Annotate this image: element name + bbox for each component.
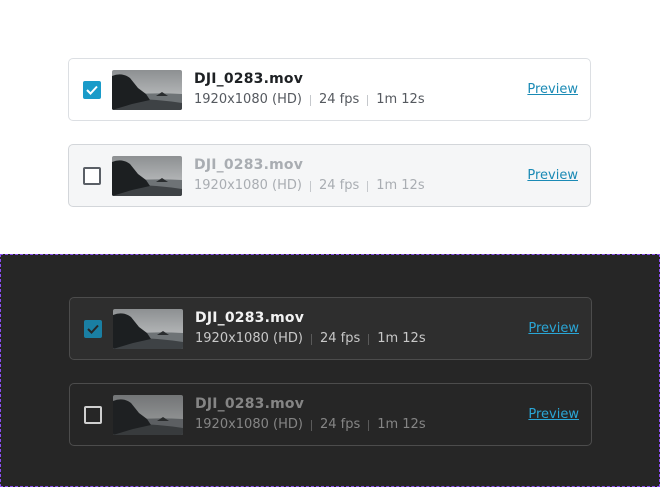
fps-label: 24 fps bbox=[318, 92, 360, 107]
video-thumbnail bbox=[112, 156, 182, 196]
duration-label: 1m 12s bbox=[376, 178, 425, 193]
video-file-card-selected[interactable]: DJI_0283.mov 1920x1080 (HD) 24 fps 1m 12… bbox=[68, 58, 591, 121]
meta-divider bbox=[367, 94, 369, 106]
video-thumbnail bbox=[112, 70, 182, 110]
meta-divider bbox=[310, 333, 312, 345]
file-name: DJI_0283.mov bbox=[194, 71, 304, 87]
file-select-checkbox[interactable] bbox=[84, 320, 102, 338]
checkmark-icon bbox=[86, 85, 98, 95]
video-thumbnail bbox=[113, 395, 183, 435]
light-theme-panel: DJI_0283.mov 1920x1080 (HD) 24 fps 1m 12… bbox=[0, 0, 660, 254]
video-thumbnail bbox=[113, 309, 183, 349]
preview-link[interactable]: Preview bbox=[528, 405, 579, 425]
meta-divider bbox=[368, 419, 370, 431]
file-select-checkbox[interactable] bbox=[83, 81, 101, 99]
file-name: DJI_0283.mov bbox=[195, 396, 305, 412]
fps-label: 24 fps bbox=[319, 331, 361, 346]
meta-divider bbox=[367, 180, 369, 192]
duration-label: 1m 12s bbox=[376, 92, 425, 107]
video-file-card-selected[interactable]: DJI_0283.mov 1920x1080 (HD) 24 fps 1m 12… bbox=[69, 297, 592, 360]
duration-label: 1m 12s bbox=[377, 417, 426, 432]
file-select-checkbox[interactable] bbox=[83, 167, 101, 185]
meta-divider bbox=[309, 94, 311, 106]
resolution-label: 1920x1080 (HD) bbox=[195, 331, 303, 346]
preview-link[interactable]: Preview bbox=[527, 80, 578, 100]
preview-link[interactable]: Preview bbox=[527, 166, 578, 186]
dark-theme-panel: DJI_0283.mov 1920x1080 (HD) 24 fps 1m 12… bbox=[0, 254, 660, 487]
resolution-label: 1920x1080 (HD) bbox=[195, 417, 303, 432]
file-name: DJI_0283.mov bbox=[195, 310, 305, 326]
resolution-label: 1920x1080 (HD) bbox=[194, 178, 302, 193]
checkmark-icon bbox=[87, 324, 99, 334]
fps-label: 24 fps bbox=[318, 178, 360, 193]
duration-label: 1m 12s bbox=[377, 331, 426, 346]
file-name: DJI_0283.mov bbox=[194, 157, 304, 173]
resolution-label: 1920x1080 (HD) bbox=[194, 92, 302, 107]
video-file-card-unselected[interactable]: DJI_0283.mov 1920x1080 (HD) 24 fps 1m 12… bbox=[69, 383, 592, 446]
meta-divider bbox=[368, 333, 370, 345]
video-file-card-unselected[interactable]: DJI_0283.mov 1920x1080 (HD) 24 fps 1m 12… bbox=[68, 144, 591, 207]
fps-label: 24 fps bbox=[319, 417, 361, 432]
file-select-checkbox[interactable] bbox=[84, 406, 102, 424]
meta-divider bbox=[309, 180, 311, 192]
meta-divider bbox=[310, 419, 312, 431]
preview-link[interactable]: Preview bbox=[528, 319, 579, 339]
